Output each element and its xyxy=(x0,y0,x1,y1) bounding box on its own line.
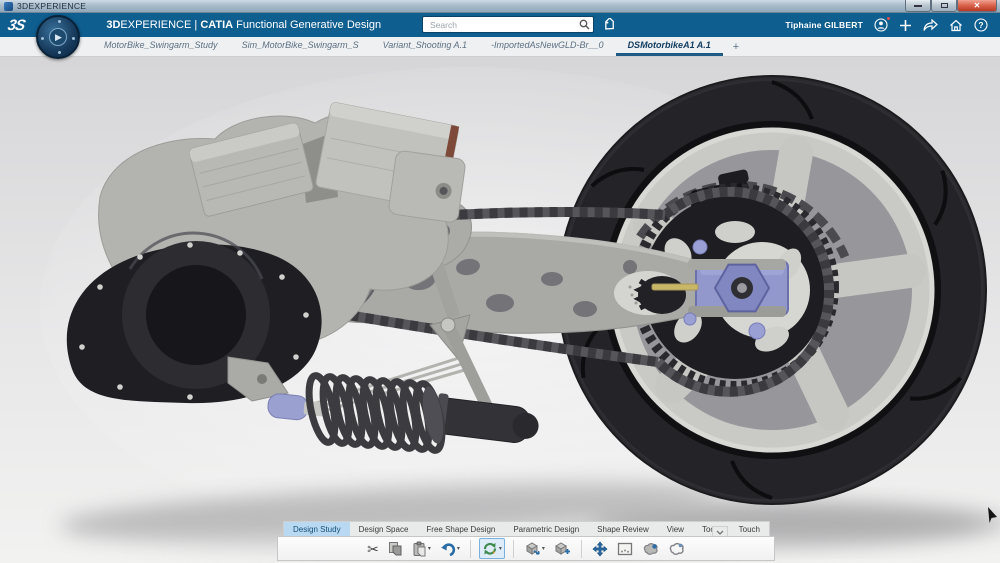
doc-tab-sim-motorbike-swingarm[interactable]: Sim_MotorBike_Swingarm_S xyxy=(230,37,371,56)
3dexperience-compass-icon[interactable]: ▶ xyxy=(36,15,80,59)
ribbon-tab-bar: Design Study Design Space Free Shape Des… xyxy=(283,521,770,536)
insert-icon[interactable] xyxy=(552,538,573,559)
svg-text:?: ? xyxy=(978,20,983,30)
3d-viewport[interactable]: Design Study Design Space Free Shape Des… xyxy=(0,57,1000,563)
move-icon[interactable] xyxy=(590,538,610,559)
app-bar: 3S ▶ 3DEXPERIENCE | CATIA Functional Gen… xyxy=(0,13,1000,37)
ribbon-tab-design-study[interactable]: Design Study xyxy=(284,522,350,536)
viewport-icon[interactable] xyxy=(615,538,635,559)
toolbar-separator xyxy=(470,540,471,558)
toolbar-separator xyxy=(581,540,582,558)
doc-tab-motorbike-swingarm-study[interactable]: MotorBike_Swingarm_Study xyxy=(92,37,230,56)
play-icon: ▶ xyxy=(55,33,62,42)
view-section-icon[interactable]: ▾ xyxy=(522,538,547,559)
window-title: 3DEXPERIENCE xyxy=(17,1,86,11)
cut-icon[interactable]: ✂ xyxy=(365,538,381,559)
search-box[interactable] xyxy=(422,16,594,33)
dropdown-caret-icon[interactable]: ▾ xyxy=(499,545,502,552)
user-name[interactable]: Tiphaine GILBERT xyxy=(785,20,863,30)
close-button[interactable]: ✕ xyxy=(957,0,997,12)
search-input[interactable] xyxy=(428,19,579,31)
add-icon[interactable] xyxy=(899,19,912,32)
home-icon[interactable] xyxy=(949,19,963,32)
assembly-icon[interactable] xyxy=(666,538,687,559)
window-titlebar: 3DEXPERIENCE ✕ xyxy=(0,0,1000,13)
search-icon[interactable] xyxy=(579,19,590,30)
undo-icon[interactable]: ▾ xyxy=(438,538,462,559)
motorbike-swingarm-model xyxy=(0,57,1000,563)
new-tab-button[interactable]: + xyxy=(723,37,749,56)
frame-bracket xyxy=(388,150,466,223)
notification-badge xyxy=(886,16,891,21)
app-window-icon xyxy=(4,2,13,11)
maximize-button[interactable] xyxy=(931,0,957,12)
ribbon-tab-free-shape-design[interactable]: Free Shape Design xyxy=(417,522,504,536)
chain-adjuster-rod xyxy=(652,284,698,290)
help-icon[interactable]: ? xyxy=(974,18,988,32)
doc-tab-variant-shooting[interactable]: Variant_Shooting A.1 xyxy=(371,37,479,56)
ribbon-tab-shape-review[interactable]: Shape Review xyxy=(588,522,658,536)
dropdown-caret-icon[interactable]: ▾ xyxy=(542,545,545,552)
document-tab-strip: MotorBike_Swingarm_Study Sim_MotorBike_S… xyxy=(0,37,1000,57)
brand-bold: 3D xyxy=(106,19,120,31)
app-name-bold: CATIA xyxy=(200,19,233,31)
doc-tab-dsmotorbike-active[interactable]: DSMotorbikeA1 A.1 xyxy=(616,37,723,56)
ribbon-tab-view[interactable]: View xyxy=(658,522,693,536)
part-icon[interactable] xyxy=(640,538,661,559)
brand-text: EXPERIENCE xyxy=(120,19,191,31)
title-divider: | xyxy=(191,19,200,31)
copy-icon[interactable] xyxy=(386,538,405,559)
share-icon[interactable] xyxy=(923,19,938,32)
minimize-button[interactable] xyxy=(905,0,931,12)
ribbon-tab-touch[interactable]: Touch xyxy=(730,522,769,536)
doc-tab-imported-as-new-gld[interactable]: -ImportedAsNewGLD-Br__0 xyxy=(479,37,616,56)
dropdown-caret-icon[interactable]: ▾ xyxy=(428,545,431,552)
shock-bushing xyxy=(267,393,309,421)
dassault-systemes-logo-icon: 3S xyxy=(6,17,26,34)
chevron-down-icon xyxy=(716,530,724,535)
ribbon-tab-parametric-design[interactable]: Parametric Design xyxy=(504,522,588,536)
app-name-text: Functional Generative Design xyxy=(233,19,381,31)
ribbon-tab-design-space[interactable]: Design Space xyxy=(350,522,418,536)
user-icon[interactable] xyxy=(874,18,888,32)
app-title: 3DEXPERIENCE | CATIA Functional Generati… xyxy=(106,19,381,31)
tag-icon[interactable] xyxy=(602,18,616,32)
toolbar-separator xyxy=(513,540,514,558)
update-icon[interactable]: ▾ xyxy=(479,538,505,559)
dropdown-caret-icon[interactable]: ▾ xyxy=(457,545,460,552)
paste-icon[interactable]: ▾ xyxy=(410,538,433,559)
action-toolbar: ✂ ▾ ▾ xyxy=(277,536,775,561)
